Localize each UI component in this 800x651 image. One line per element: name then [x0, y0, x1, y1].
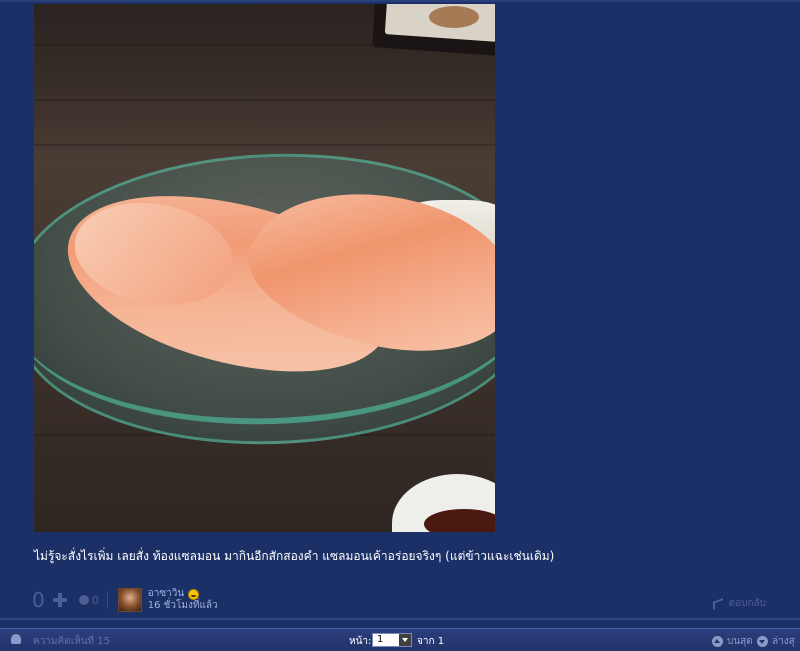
reply-button[interactable]: ตอบกลับ: [712, 596, 766, 611]
scroll-top-button[interactable]: บนสุด: [712, 634, 753, 649]
reply-label: ตอบกลับ: [728, 598, 766, 609]
bottom-label: ล่างสุ: [772, 636, 795, 647]
tray-food: [429, 6, 479, 28]
arrow-up-icon: [712, 636, 723, 647]
sushi-photo[interactable]: [34, 4, 495, 532]
user-info: อาซาวิน 16 ชั่วโมงที่แล้ว: [148, 588, 218, 612]
smiley-icon: [188, 588, 200, 600]
page-select[interactable]: 1: [372, 633, 412, 647]
divider: [106, 591, 108, 609]
wood-grain: [34, 99, 495, 101]
post-text: ไม่รู้จะสั่งไรเพิ่ม เลยสั่ง ท้องแซลมอน ม…: [34, 549, 555, 563]
user-icon: [11, 634, 21, 644]
soy-sauce: [424, 509, 495, 532]
post-time: 16 ชั่วโมงที่แล้ว: [147, 600, 218, 611]
chevron-down-icon[interactable]: [399, 634, 411, 646]
separator: [0, 618, 800, 628]
page-select-value: 1: [377, 634, 384, 645]
scroll-bottom-button[interactable]: ล่างสุ: [757, 634, 795, 649]
reply-icon: [712, 597, 723, 610]
arrow-down-icon: [757, 636, 768, 647]
username-link[interactable]: อาซาวิน: [148, 588, 184, 600]
vote-score: 0: [32, 588, 45, 612]
wood-grain: [34, 144, 495, 146]
emotion-count: 0: [91, 593, 99, 607]
user-row: อาซาวิน: [148, 588, 218, 600]
comment-post: ไม่รู้จะสั่งไรเพิ่ม เลยสั่ง ท้องแซลมอน ม…: [0, 0, 800, 618]
emotion-icon[interactable]: [78, 595, 89, 605]
page-label: หน้า:: [349, 636, 372, 647]
post-actions: 0 0 อาซาวิน 16 ชั่วโมงที่แล้ว: [32, 587, 218, 613]
avatar[interactable]: [117, 588, 142, 612]
top-label: บนสุด: [727, 636, 753, 647]
comment-number: ความคิดเห็นที่ 15: [33, 636, 111, 647]
plus-icon[interactable]: [52, 593, 67, 607]
page-total: จาก 1: [417, 636, 445, 647]
